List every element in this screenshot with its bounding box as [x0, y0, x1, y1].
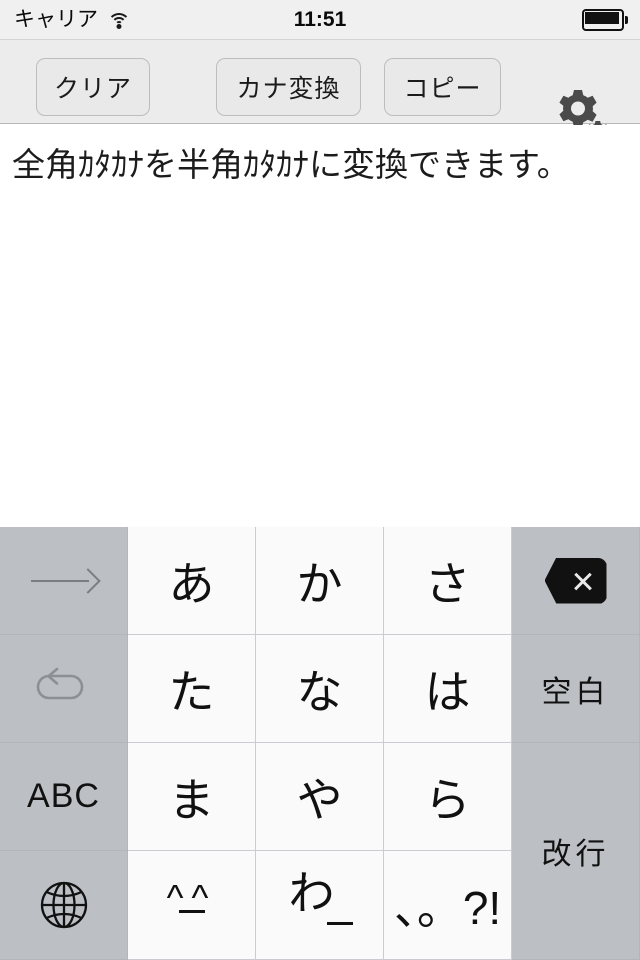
key-smiley-underscore [178, 910, 205, 913]
app-root: キャリア 11:51 クリア カナ変換 コピー 全角ｶﾀｶﾅを半角ｶﾀｶﾅに変換… [0, 0, 640, 960]
key-undo[interactable] [0, 635, 128, 743]
undo-arrow-icon [35, 664, 93, 714]
wa-glyph: わ [281, 870, 359, 936]
key-a[interactable]: あ [128, 527, 256, 635]
key-ta[interactable]: た [128, 635, 256, 743]
key-backspace[interactable] [512, 527, 640, 635]
key-na[interactable]: な [256, 635, 384, 743]
kana-convert-button[interactable]: カナ変換 [216, 58, 361, 116]
clear-button[interactable]: クリア [36, 58, 150, 116]
globe-icon [37, 878, 91, 932]
key-smiley[interactable]: ^^ [128, 851, 256, 960]
key-ra[interactable]: ら [384, 743, 512, 851]
backspace-icon [544, 557, 607, 604]
toolbar: クリア カナ変換 コピー [0, 40, 640, 142]
key-ha[interactable]: は [384, 635, 512, 743]
battery-full-icon [582, 8, 628, 31]
converted-text: 全角ｶﾀｶﾅを半角ｶﾀｶﾅに変換できます。 [12, 146, 570, 183]
key-ma[interactable]: ま [128, 743, 256, 851]
key-cursor-right[interactable] [0, 527, 128, 635]
arrow-right-icon [30, 567, 101, 594]
key-wa-underscore [326, 922, 353, 925]
key-globe[interactable] [0, 851, 128, 960]
key-abc[interactable]: ABC [0, 743, 128, 851]
key-sa[interactable]: さ [384, 527, 512, 635]
status-bar-clock: 11:51 [293, 7, 347, 31]
key-ya[interactable]: や [256, 743, 384, 851]
key-return[interactable]: 改行 [512, 743, 640, 960]
key-ka[interactable]: か [256, 527, 384, 635]
smiley-glyph: ^^ [157, 880, 227, 930]
status-bar-right [582, 8, 628, 31]
text-content-area[interactable]: 全角ｶﾀｶﾅを半角ｶﾀｶﾅに変換できます。 [0, 125, 640, 525]
kana-keyboard: あ か さ た な は 空白 ABC ま や ら 改行 ^^ わ 、。?! [0, 527, 640, 960]
key-punctuation[interactable]: 、。?! [384, 851, 512, 960]
status-bar: キャリア 11:51 [0, 0, 640, 40]
key-wa-char: わ [288, 867, 335, 919]
copy-button[interactable]: コピー [384, 58, 501, 116]
key-space[interactable]: 空白 [512, 635, 640, 743]
key-wa[interactable]: わ [256, 851, 384, 960]
